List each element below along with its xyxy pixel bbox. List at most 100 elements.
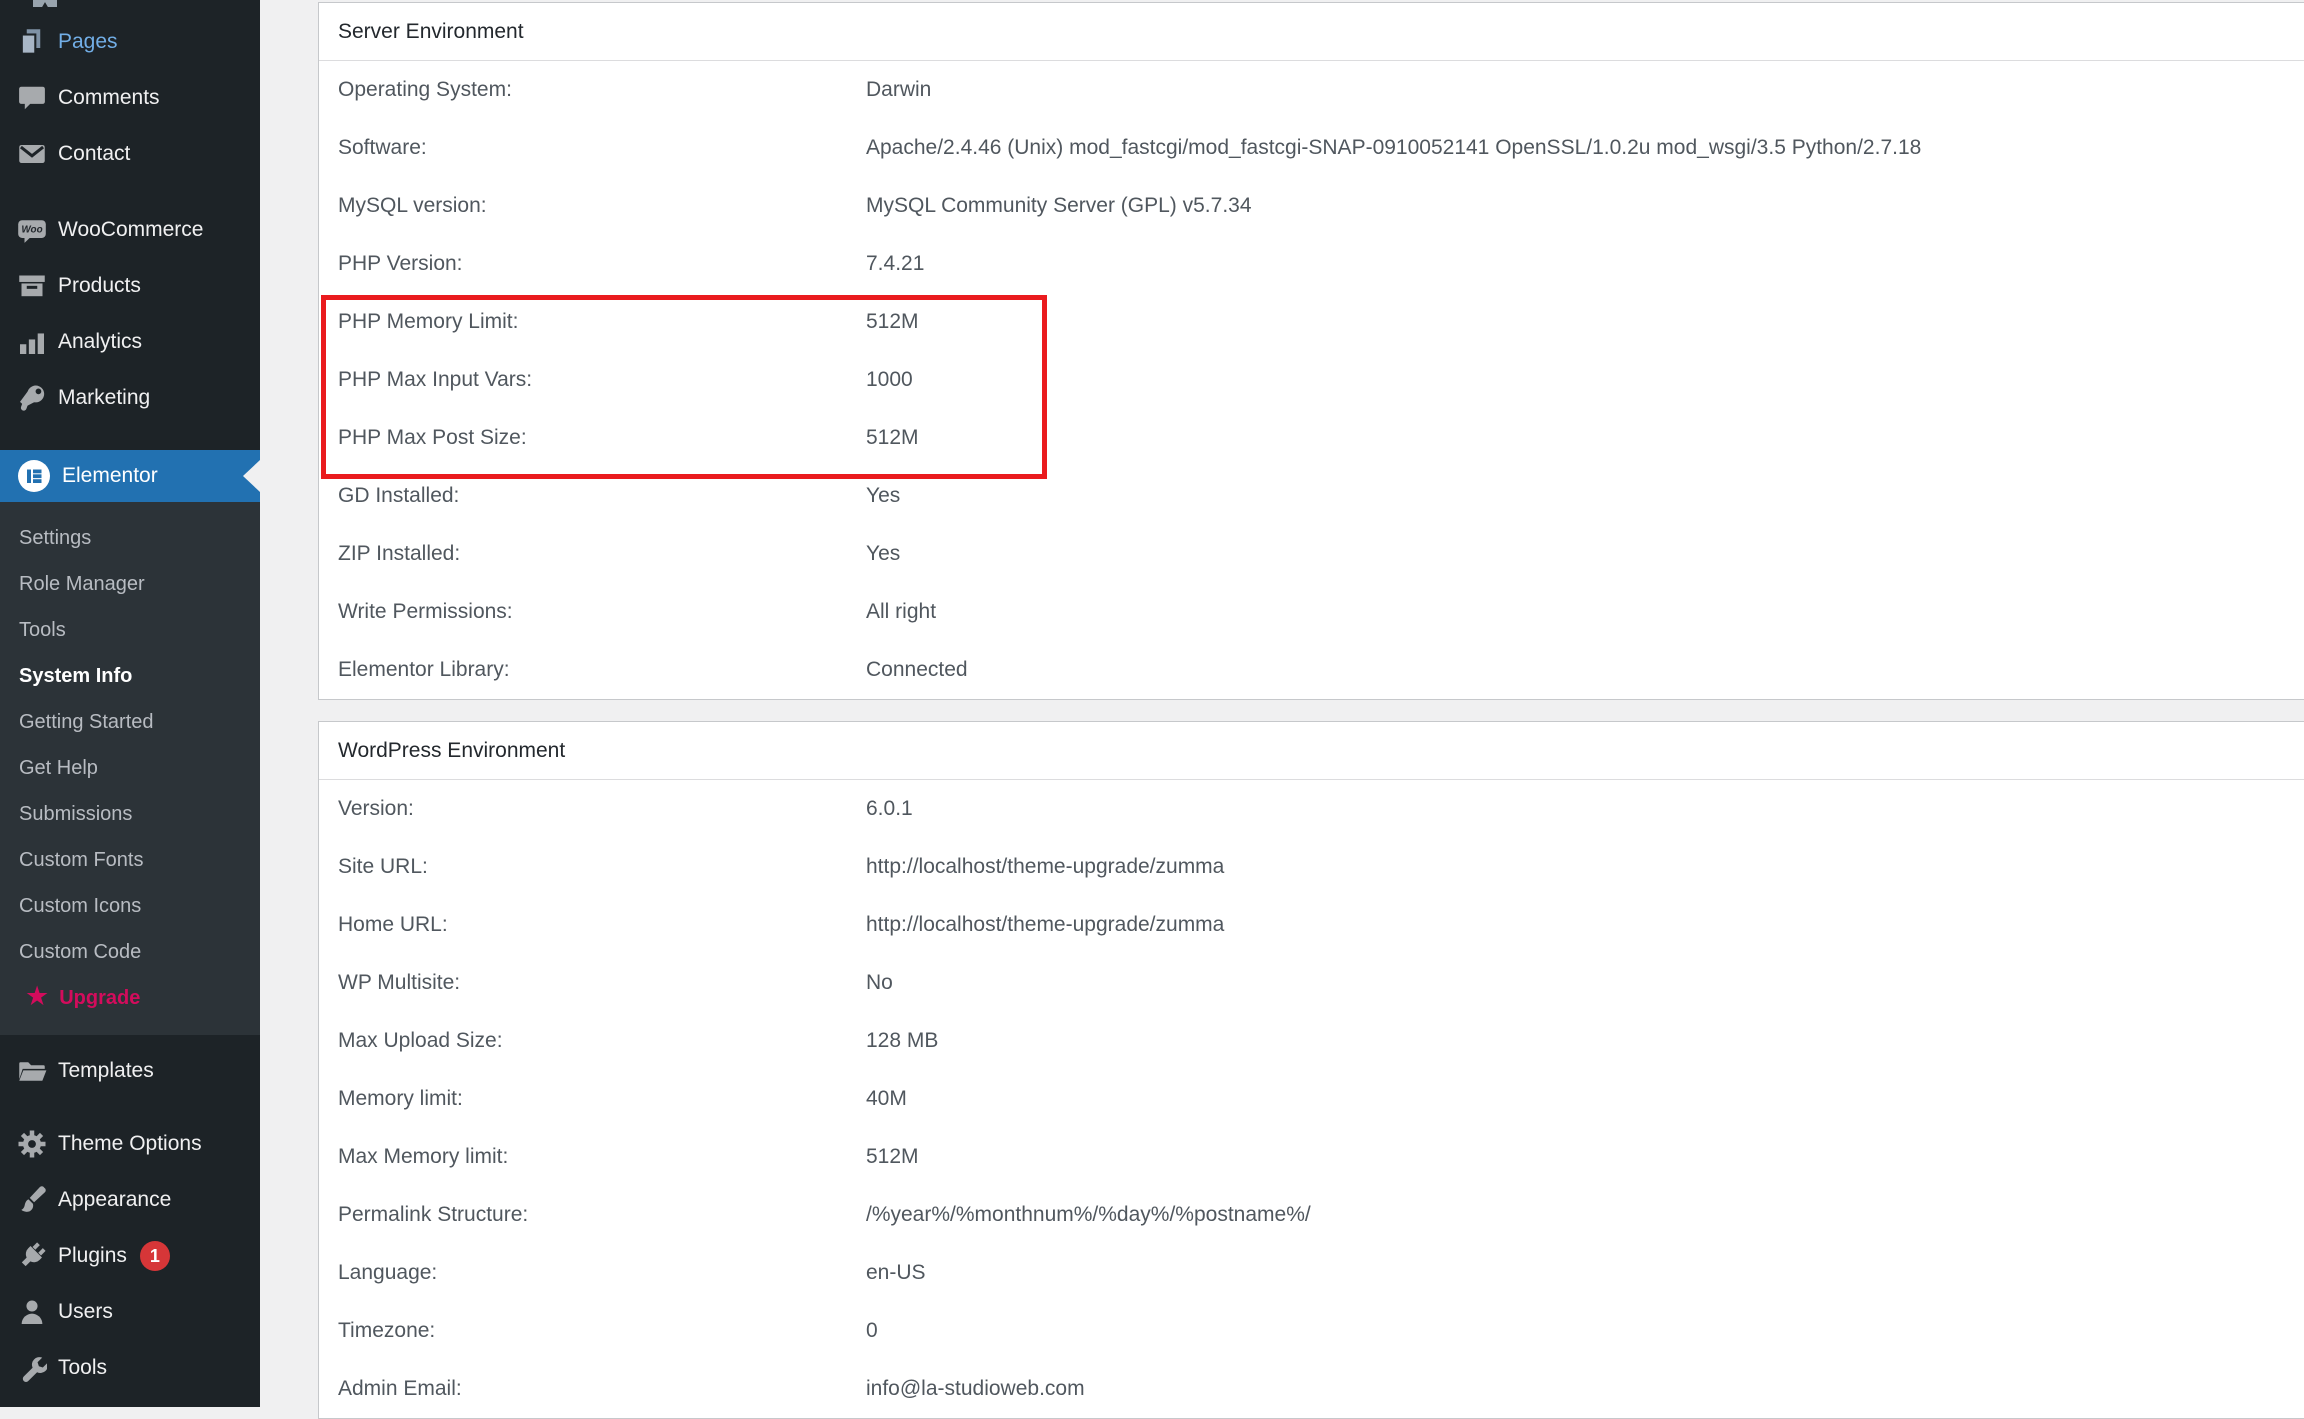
submenu-item-custom-fonts[interactable]: Custom Fonts [0, 837, 260, 883]
elementor-logo-icon [17, 459, 51, 493]
row-value: 512M [866, 1145, 2304, 1169]
submenu-item-getting-started[interactable]: Getting Started [0, 699, 260, 745]
table-row: Site URL:http://localhost/theme-upgrade/… [319, 838, 2304, 896]
table-row: PHP Max Input Vars:1000 [319, 351, 2304, 409]
sidebar-item-label: Templates [58, 1059, 154, 1083]
sidebar-item-products[interactable]: Products [0, 258, 260, 314]
row-label: Software: [338, 136, 866, 160]
submenu-item-upgrade[interactable]: ★ Upgrade [0, 975, 260, 1021]
row-label: MySQL version: [338, 194, 866, 218]
svg-text:Woo: Woo [21, 225, 42, 236]
row-label: Timezone: [338, 1319, 866, 1343]
row-label: PHP Version: [338, 252, 866, 276]
row-value: 512M [866, 426, 2304, 450]
sidebar-item-users[interactable]: Users [0, 1284, 260, 1340]
sidebar-item-analytics[interactable]: Analytics [0, 314, 260, 370]
row-label: Site URL: [338, 855, 866, 879]
submenu-item-custom-icons[interactable]: Custom Icons [0, 883, 260, 929]
row-value: http://localhost/theme-upgrade/zumma [866, 913, 2304, 937]
table-row: Software:Apache/2.4.46 (Unix) mod_fastcg… [319, 119, 2304, 177]
pages-icon [17, 27, 47, 57]
table-row: PHP Memory Limit:512M [319, 293, 2304, 351]
section-header: Server Environment [319, 3, 2304, 61]
row-value: Yes [866, 484, 2304, 508]
sidebar-item-pages[interactable]: Pages [0, 14, 260, 70]
mail-icon [17, 139, 47, 169]
sidebar-item-templates[interactable]: Templates [0, 1043, 260, 1099]
sidebar-item-contact[interactable]: Contact [0, 126, 260, 182]
table-row: Write Permissions:All right [319, 583, 2304, 641]
table-row: Version:6.0.1 [319, 780, 2304, 838]
row-label: WP Multisite: [338, 971, 866, 995]
table-row: Admin Email:info@la-studioweb.com [319, 1360, 2304, 1418]
row-value: 40M [866, 1087, 2304, 1111]
row-value: en-US [866, 1261, 2304, 1285]
submenu-item-role-manager[interactable]: Role Manager [0, 561, 260, 607]
submenu-item-settings[interactable]: Settings [0, 515, 260, 561]
row-label: Write Permissions: [338, 600, 866, 624]
submenu-item-submissions[interactable]: Submissions [0, 791, 260, 837]
admin-menu: Pages Comments Contact Woo WooCommerce [0, 0, 260, 1396]
products-box-icon [17, 271, 47, 301]
row-value: Yes [866, 542, 2304, 566]
sidebar-item-label: Tools [58, 1356, 107, 1380]
row-label: Admin Email: [338, 1377, 866, 1401]
sidebar-item-label: Comments [58, 86, 160, 110]
row-value: 7.4.21 [866, 252, 2304, 276]
sidebar-item-comments[interactable]: Comments [0, 70, 260, 126]
table-row: Memory limit:40M [319, 1070, 2304, 1128]
sidebar-item-marketing[interactable]: Marketing [0, 370, 260, 426]
row-label: GD Installed: [338, 484, 866, 508]
sidebar-item-label: Contact [58, 142, 130, 166]
row-label: Elementor Library: [338, 658, 866, 682]
table-row: Home URL:http://localhost/theme-upgrade/… [319, 896, 2304, 954]
row-label: Permalink Structure: [338, 1203, 866, 1227]
submenu-item-tools[interactable]: Tools [0, 607, 260, 653]
sidebar-item-woocommerce[interactable]: Woo WooCommerce [0, 202, 260, 258]
menu-separator [0, 426, 260, 450]
admin-sidebar: Pages Comments Contact Woo WooCommerce [0, 0, 260, 1407]
table-row: Max Memory limit:512M [319, 1128, 2304, 1186]
megaphone-icon [17, 383, 47, 413]
row-value: http://localhost/theme-upgrade/zumma [866, 855, 2304, 879]
row-label: Operating System: [338, 78, 866, 102]
row-value: Darwin [866, 78, 2304, 102]
table-row: MySQL version:MySQL Community Server (GP… [319, 177, 2304, 235]
section-title: Server Environment [338, 20, 524, 44]
sidebar-item-plugins[interactable]: Plugins 1 [0, 1228, 260, 1284]
table-row: Language:en-US [319, 1244, 2304, 1302]
user-icon [17, 1297, 47, 1327]
submenu-item-custom-code[interactable]: Custom Code [0, 929, 260, 975]
sidebar-item-elementor[interactable]: Elementor [0, 450, 260, 502]
paintbrush-icon [17, 1185, 47, 1215]
menu-separator [0, 1099, 260, 1116]
plugin-icon [17, 1241, 47, 1271]
submenu-item-system-info[interactable]: System Info [0, 653, 260, 699]
sidebar-item-appearance[interactable]: Appearance [0, 1172, 260, 1228]
row-label: Home URL: [338, 913, 866, 937]
table-row: Operating System:Darwin [319, 61, 2304, 119]
row-value: No [866, 971, 2304, 995]
row-value: 0 [866, 1319, 2304, 1343]
table-row: WP Multisite:No [319, 954, 2304, 1012]
menu-separator [0, 182, 260, 202]
wrench-icon [17, 1353, 47, 1383]
star-icon: ★ [25, 983, 49, 1010]
wordpress-environment-card: WordPress Environment Version:6.0.1 Site… [318, 721, 2304, 1419]
table-row: PHP Version:7.4.21 [319, 235, 2304, 293]
row-label: Max Memory limit: [338, 1145, 866, 1169]
row-value: MySQL Community Server (GPL) v5.7.34 [866, 194, 2304, 218]
row-value: All right [866, 600, 2304, 624]
sidebar-item-theme-options[interactable]: Theme Options [0, 1116, 260, 1172]
row-label: Language: [338, 1261, 866, 1285]
table-row: Permalink Structure:/%year%/%monthnum%/%… [319, 1186, 2304, 1244]
sidebar-item-label: Plugins [58, 1244, 127, 1268]
wordpress-environment-rows: Version:6.0.1 Site URL:http://localhost/… [319, 780, 2304, 1418]
row-label: ZIP Installed: [338, 542, 866, 566]
sidebar-item-label: Elementor [62, 464, 158, 488]
gear-icon [17, 1129, 47, 1159]
sidebar-item-tools[interactable]: Tools [0, 1340, 260, 1396]
table-row: GD Installed:Yes [319, 467, 2304, 525]
row-label: Version: [338, 797, 866, 821]
submenu-item-get-help[interactable]: Get Help [0, 745, 260, 791]
